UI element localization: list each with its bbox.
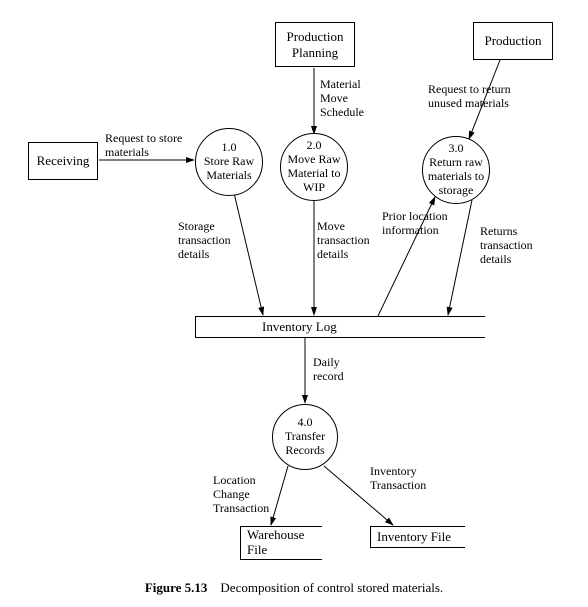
figure-caption: Figure 5.13 Decomposition of control sto…: [0, 580, 588, 596]
entity-production-planning: Production Planning: [275, 22, 355, 67]
flow-inventory-transaction: Inventory Transaction: [370, 465, 426, 493]
flow-request-to-store: Request to store materials: [105, 132, 182, 160]
flow-move-transaction-details: Move transaction details: [317, 220, 370, 261]
entity-production-planning-label: Production Planning: [278, 29, 352, 60]
process-3-return-raw-materials: 3.0 Return raw materials to storage: [422, 136, 490, 204]
flow-returns-transaction-details: Returns transaction details: [480, 225, 533, 266]
entity-production: Production: [473, 22, 553, 60]
process-1-name: Store Raw Materials: [198, 155, 260, 183]
process-3-id: 3.0: [449, 142, 464, 156]
figure-caption-text: Decomposition of control stored material…: [220, 580, 443, 595]
entity-production-label: Production: [484, 33, 541, 49]
entity-receiving: Receiving: [28, 142, 98, 180]
datastore-warehouse-file-label: Warehouse File: [247, 528, 322, 558]
datastore-inventory-log-label: Inventory Log: [262, 320, 337, 335]
process-3-name: Return raw materials to storage: [425, 156, 487, 197]
process-1-id: 1.0: [222, 141, 237, 155]
datastore-inventory-log: Inventory Log: [195, 316, 485, 338]
process-2-move-raw-material-wip: 2.0 Move Raw Material to WIP: [280, 133, 348, 201]
process-2-id: 2.0: [307, 139, 322, 153]
process-2-name: Move Raw Material to WIP: [283, 153, 345, 194]
dfd-canvas: Receiving Production Planning Production…: [0, 0, 588, 607]
flow-storage-transaction-details: Storage transaction details: [178, 220, 231, 261]
flow-location-change-transaction: Location Change Transaction: [213, 474, 269, 515]
flow-prior-location-information: Prior location information: [382, 210, 448, 238]
datastore-inventory-file-label: Inventory File: [377, 530, 451, 545]
datastore-inventory-file: Inventory File: [370, 526, 465, 548]
process-4-id: 4.0: [298, 416, 313, 430]
datastore-warehouse-file: Warehouse File: [240, 526, 322, 560]
figure-number: Figure 5.13: [145, 580, 208, 595]
flow-request-return: Request to return unused materials: [428, 83, 511, 111]
process-4-transfer-records: 4.0 Transfer Records: [272, 404, 338, 470]
process-1-store-raw-materials: 1.0 Store Raw Materials: [195, 128, 263, 196]
entity-receiving-label: Receiving: [37, 153, 90, 169]
flow-material-move-schedule: Material Move Schedule: [320, 78, 364, 119]
process-4-name: Transfer Records: [275, 430, 335, 458]
flow-daily-record: Daily record: [313, 356, 344, 384]
